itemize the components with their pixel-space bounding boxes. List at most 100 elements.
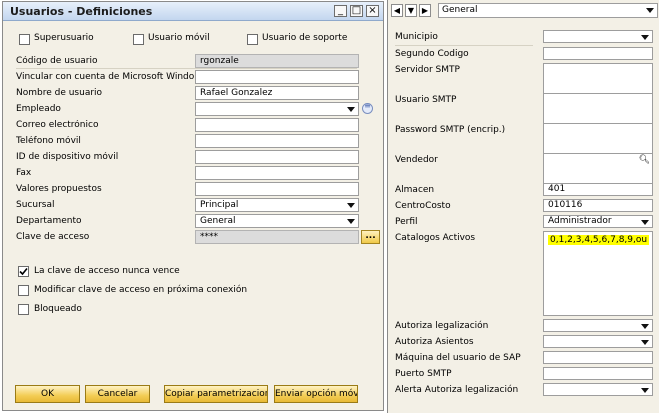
minimize-button[interactable]: _ [334,5,347,17]
close-icon: × [368,5,377,16]
user-name-field[interactable]: Rafael Gonzalez [195,86,359,100]
fax-label: Fax [16,168,32,178]
proposed-values-field[interactable] [195,182,359,196]
minimize-icon: _ [338,5,343,16]
authorize-legalization-label: Autoriza legalización [395,321,489,331]
user-name-row: Nombre de usuario Rafael Gonzalez [3,86,385,102]
profile-value: Administrador [548,216,612,226]
user-code-field: rgonzale [195,54,359,68]
cost-center-field[interactable]: 010116 [543,199,653,212]
locked-label: Bloqueado [34,304,82,314]
sap-machine-field[interactable] [543,351,653,364]
category-value: General [442,5,478,15]
locked-checkbox[interactable] [18,304,29,315]
branch-select[interactable]: Principal [195,198,359,212]
employee-link-button[interactable]: ≡ [362,101,373,114]
smtp-port-field[interactable] [543,367,653,380]
mobile-user-checkbox[interactable] [133,34,144,45]
email-row: Correo electrónico [3,118,385,134]
divider [16,68,357,69]
chevron-down-icon[interactable]: ▼ [405,4,417,17]
user-definitions-window: Usuarios - Definiciones _ □ × Superusuar… [2,1,384,411]
chevron-down-icon [347,203,355,208]
password-row: Clave de acceso **** ... [3,230,385,246]
email-field[interactable] [195,118,359,132]
window-titlebar[interactable]: Usuarios - Definiciones _ □ × [3,2,383,21]
profile-select[interactable]: Administrador [543,215,653,228]
prev-icon[interactable]: ◀ [391,4,403,17]
municipio-select[interactable] [543,30,653,43]
user-name-label: Nombre de usuario [16,88,103,98]
mobile-phone-row: Teléfono móvil [3,134,385,150]
authorize-entries-select[interactable] [543,335,653,348]
mobile-phone-field[interactable] [195,134,359,148]
branch-value: Principal [200,200,239,210]
fax-row: Fax [3,166,385,182]
close-button[interactable]: × [366,5,379,17]
windows-account-row: Vincular con cuenta de Microsoft Windo [3,70,385,86]
chevron-down-icon [641,388,649,393]
send-mobile-option-button[interactable]: Enviar opción móvil [274,385,358,403]
password-never-expires-label: La clave de acceso nunca vence [34,266,180,276]
smtp-password-label: Password SMTP (encrip.) [395,125,506,135]
active-catalogs-value: 0,1,2,3,4,5,6,7,8,9,ou [548,235,650,245]
divider [395,45,533,46]
warehouse-label: Almacen [395,185,435,195]
user-code-label: Código de usuario [16,56,98,66]
sap-machine-label: Máquina del usuario de SAP [395,353,521,363]
user-type-checkboxes: Superusuario Usuario móvil Usuario de so… [17,32,377,48]
maximize-icon: □ [351,5,362,16]
chevron-down-icon [646,8,654,13]
authorize-legalization-select[interactable] [543,319,653,332]
change-password-next-login-label: Modificar clave de acceso en próxima con… [34,285,248,295]
chevron-down-icon [641,324,649,329]
second-code-field[interactable] [543,47,653,60]
legalization-alert-select[interactable] [543,383,653,396]
superuser-label: Superusuario [34,33,94,43]
copy-settings-button[interactable]: Copiar parametrizacion [164,385,268,403]
warehouse-field[interactable]: 401 [543,183,653,196]
department-row: Departamento General [3,214,385,230]
branch-label: Sucursal [16,200,55,210]
user-defined-fields-panel: ◀ ▼ ▶ General Municipio Segundo Codigo S… [387,0,659,413]
support-user-checkbox[interactable] [247,34,258,45]
change-password-button[interactable]: ... [361,230,380,244]
active-catalogs-label: Catalogos Activos [395,233,476,243]
ok-button[interactable]: OK [15,385,80,403]
proposed-values-row: Valores propuestos [3,182,385,198]
chevron-down-icon [641,220,649,225]
cost-center-label: CentroCosto [395,201,451,211]
active-catalogs-field[interactable]: 0,1,2,3,4,5,6,7,8,9,ou [543,231,653,316]
branch-row: Sucursal Principal [3,198,385,214]
windows-account-field[interactable] [195,70,359,84]
superuser-checkbox[interactable] [19,34,30,45]
municipio-label: Municipio [395,32,438,42]
employee-row: Empleado ≡ [3,101,385,118]
change-password-next-login-checkbox[interactable] [18,285,29,296]
profile-label: Perfil [395,217,418,227]
password-label: Clave de acceso [16,232,90,242]
next-icon[interactable]: ▶ [419,4,431,17]
device-id-label: ID de dispositivo móvil [16,152,119,162]
magnifier-icon[interactable]: 🔍︎ [639,155,650,166]
chevron-down-icon [641,340,649,345]
window-title: Usuarios - Definiciones [10,5,153,18]
device-id-field[interactable] [195,150,359,164]
chevron-down-icon [347,219,355,224]
cancel-button[interactable]: Cancelar [85,385,150,403]
support-user-label: Usuario de soporte [262,33,348,43]
chevron-down-icon [641,35,649,40]
device-id-row: ID de dispositivo móvil [3,150,385,166]
maximize-button[interactable]: □ [350,5,363,17]
category-select[interactable]: General [438,3,658,18]
fax-field[interactable] [195,166,359,180]
password-never-expires-checkbox[interactable] [18,266,29,277]
legalization-alert-label: Alerta Autoriza legalización [395,385,519,395]
employee-select[interactable] [195,102,359,116]
windows-account-label: Vincular con cuenta de Microsoft Windo [16,72,194,82]
proposed-values-label: Valores propuestos [16,184,102,194]
mobile-user-label: Usuario móvil [148,33,210,43]
department-select[interactable]: General [195,214,359,228]
second-code-label: Segundo Codigo [395,49,469,59]
circle-arrow-icon: ≡ [364,101,371,110]
